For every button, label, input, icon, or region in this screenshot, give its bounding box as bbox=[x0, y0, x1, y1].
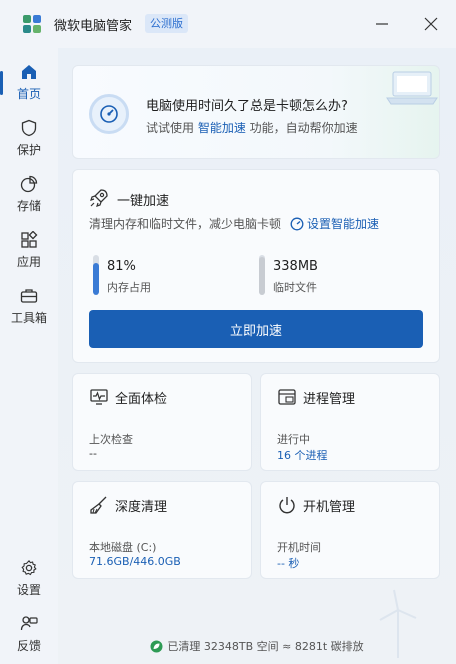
power-icon bbox=[279, 497, 295, 514]
tile-title: 进程管理 bbox=[303, 392, 356, 407]
sidebar-item-home[interactable]: 首页 bbox=[0, 56, 58, 108]
banner-subtitle: 试试使用 智能加速 功能，自动帮你加速 bbox=[146, 119, 358, 136]
deep-clean-tile[interactable]: 深度清理 本地磁盘 (C:) 71.6GB/446.0GB bbox=[72, 481, 252, 579]
app-title: 微软电脑管家 bbox=[54, 19, 133, 34]
speedup-title: 一键加速 bbox=[117, 194, 170, 209]
memory-value: 81% bbox=[107, 259, 136, 274]
footer-text: 已清理 32348TB 空间 ≈ 8281t 碳排放 bbox=[167, 640, 364, 653]
smart-speedup-label: 设置智能加速 bbox=[307, 217, 380, 231]
process-window-icon bbox=[278, 389, 296, 405]
laptop-illustration bbox=[386, 71, 438, 105]
banner-sub-suffix: 功能，自动帮你加速 bbox=[245, 121, 358, 135]
banner-question: 电脑使用时间久了总是卡顿怎么办? bbox=[146, 99, 348, 114]
sidebar-item-toolbox[interactable]: 工具箱 bbox=[0, 280, 58, 332]
memory-label: 内存占用 bbox=[107, 281, 151, 294]
tile-title: 开机管理 bbox=[303, 500, 356, 515]
sidebar-item-settings[interactable]: 设置 bbox=[0, 552, 58, 604]
footer-status: 已清理 32348TB 空间 ≈ 8281t 碳排放 bbox=[58, 636, 456, 656]
leaf-icon bbox=[150, 640, 163, 652]
app-logo bbox=[23, 15, 41, 33]
sidebar-item-feedback[interactable]: 反馈 bbox=[0, 608, 58, 660]
temp-files-meter-fill bbox=[259, 257, 265, 295]
tile-title: 全面体检 bbox=[115, 392, 168, 407]
gear-icon bbox=[21, 559, 37, 575]
broom-icon bbox=[90, 496, 107, 514]
apps-icon bbox=[21, 230, 38, 248]
shield-icon bbox=[21, 119, 37, 136]
tip-banner[interactable]: 电脑使用时间久了总是卡顿怎么办? 试试使用 智能加速 功能，自动帮你加速 bbox=[72, 65, 440, 159]
tile-label: 进行中 bbox=[277, 433, 310, 446]
process-manager-tile[interactable]: 进程管理 进行中 16 个进程 bbox=[260, 373, 440, 471]
memory-meter-fill bbox=[93, 262, 99, 295]
sidebar-item-label: 存储 bbox=[16, 198, 41, 213]
tile-value: -- bbox=[89, 447, 97, 460]
sidebar: 首页 保护 存储 应用 工具箱 设置 反馈 bbox=[0, 48, 58, 664]
smart-speedup-settings-link[interactable]: 设置智能加速 bbox=[290, 215, 379, 232]
smart-boost-link[interactable]: 智能加速 bbox=[198, 121, 246, 135]
rocket-icon bbox=[90, 189, 108, 207]
banner-sub-prefix: 试试使用 bbox=[146, 121, 198, 135]
full-checkup-tile[interactable]: 全面体检 上次检查 -- bbox=[72, 373, 252, 471]
tile-value: 71.6GB/446.0GB bbox=[89, 555, 181, 568]
tile-label: 上次检查 bbox=[89, 433, 133, 446]
memory-meter bbox=[93, 255, 99, 295]
sidebar-item-label: 反馈 bbox=[16, 638, 41, 653]
tile-title: 深度清理 bbox=[115, 500, 168, 515]
tile-label: 本地磁盘 (C:) bbox=[89, 541, 157, 554]
speed-gauge-icon bbox=[290, 217, 304, 230]
sidebar-item-label: 工具箱 bbox=[10, 310, 47, 325]
tile-value: -- 秒 bbox=[277, 557, 300, 570]
pie-chart-icon bbox=[20, 175, 38, 192]
sidebar-item-label: 应用 bbox=[16, 254, 41, 269]
monitor-pulse-icon bbox=[90, 389, 108, 405]
tile-value: 16 个进程 bbox=[277, 449, 328, 462]
temp-files-label: 临时文件 bbox=[273, 281, 317, 294]
beta-badge: 公测版 bbox=[145, 14, 188, 33]
speed-gauge-icon bbox=[89, 94, 129, 134]
sidebar-item-label: 首页 bbox=[16, 86, 41, 101]
speedup-card: 一键加速 清理内存和临时文件，减少电脑卡顿 设置智能加速 81% 内存占用 33… bbox=[72, 169, 440, 363]
speedup-description: 清理内存和临时文件，减少电脑卡顿 bbox=[89, 217, 282, 231]
startup-manager-tile[interactable]: 开机管理 开机时间 -- 秒 bbox=[260, 481, 440, 579]
sidebar-item-apps[interactable]: 应用 bbox=[0, 224, 58, 276]
feedback-icon bbox=[20, 615, 38, 630]
sidebar-item-storage[interactable]: 存储 bbox=[0, 168, 58, 220]
sidebar-item-protect[interactable]: 保护 bbox=[0, 112, 58, 164]
temp-files-meter bbox=[259, 255, 265, 295]
minimize-icon bbox=[376, 23, 388, 25]
toolbox-icon bbox=[20, 288, 38, 303]
minimize-button[interactable] bbox=[370, 12, 394, 36]
title-bar: 微软电脑管家 公测版 bbox=[0, 0, 456, 48]
speedup-now-button[interactable]: 立即加速 bbox=[89, 310, 423, 348]
tile-label: 开机时间 bbox=[277, 541, 321, 554]
close-button[interactable] bbox=[419, 12, 443, 36]
sidebar-item-label: 保护 bbox=[16, 142, 41, 157]
temp-files-value: 338MB bbox=[273, 259, 318, 274]
home-icon bbox=[22, 64, 36, 79]
main-content: 电脑使用时间久了总是卡顿怎么办? 试试使用 智能加速 功能，自动帮你加速 一键加… bbox=[58, 48, 456, 664]
sidebar-item-label: 设置 bbox=[16, 582, 41, 597]
close-icon bbox=[424, 17, 438, 31]
